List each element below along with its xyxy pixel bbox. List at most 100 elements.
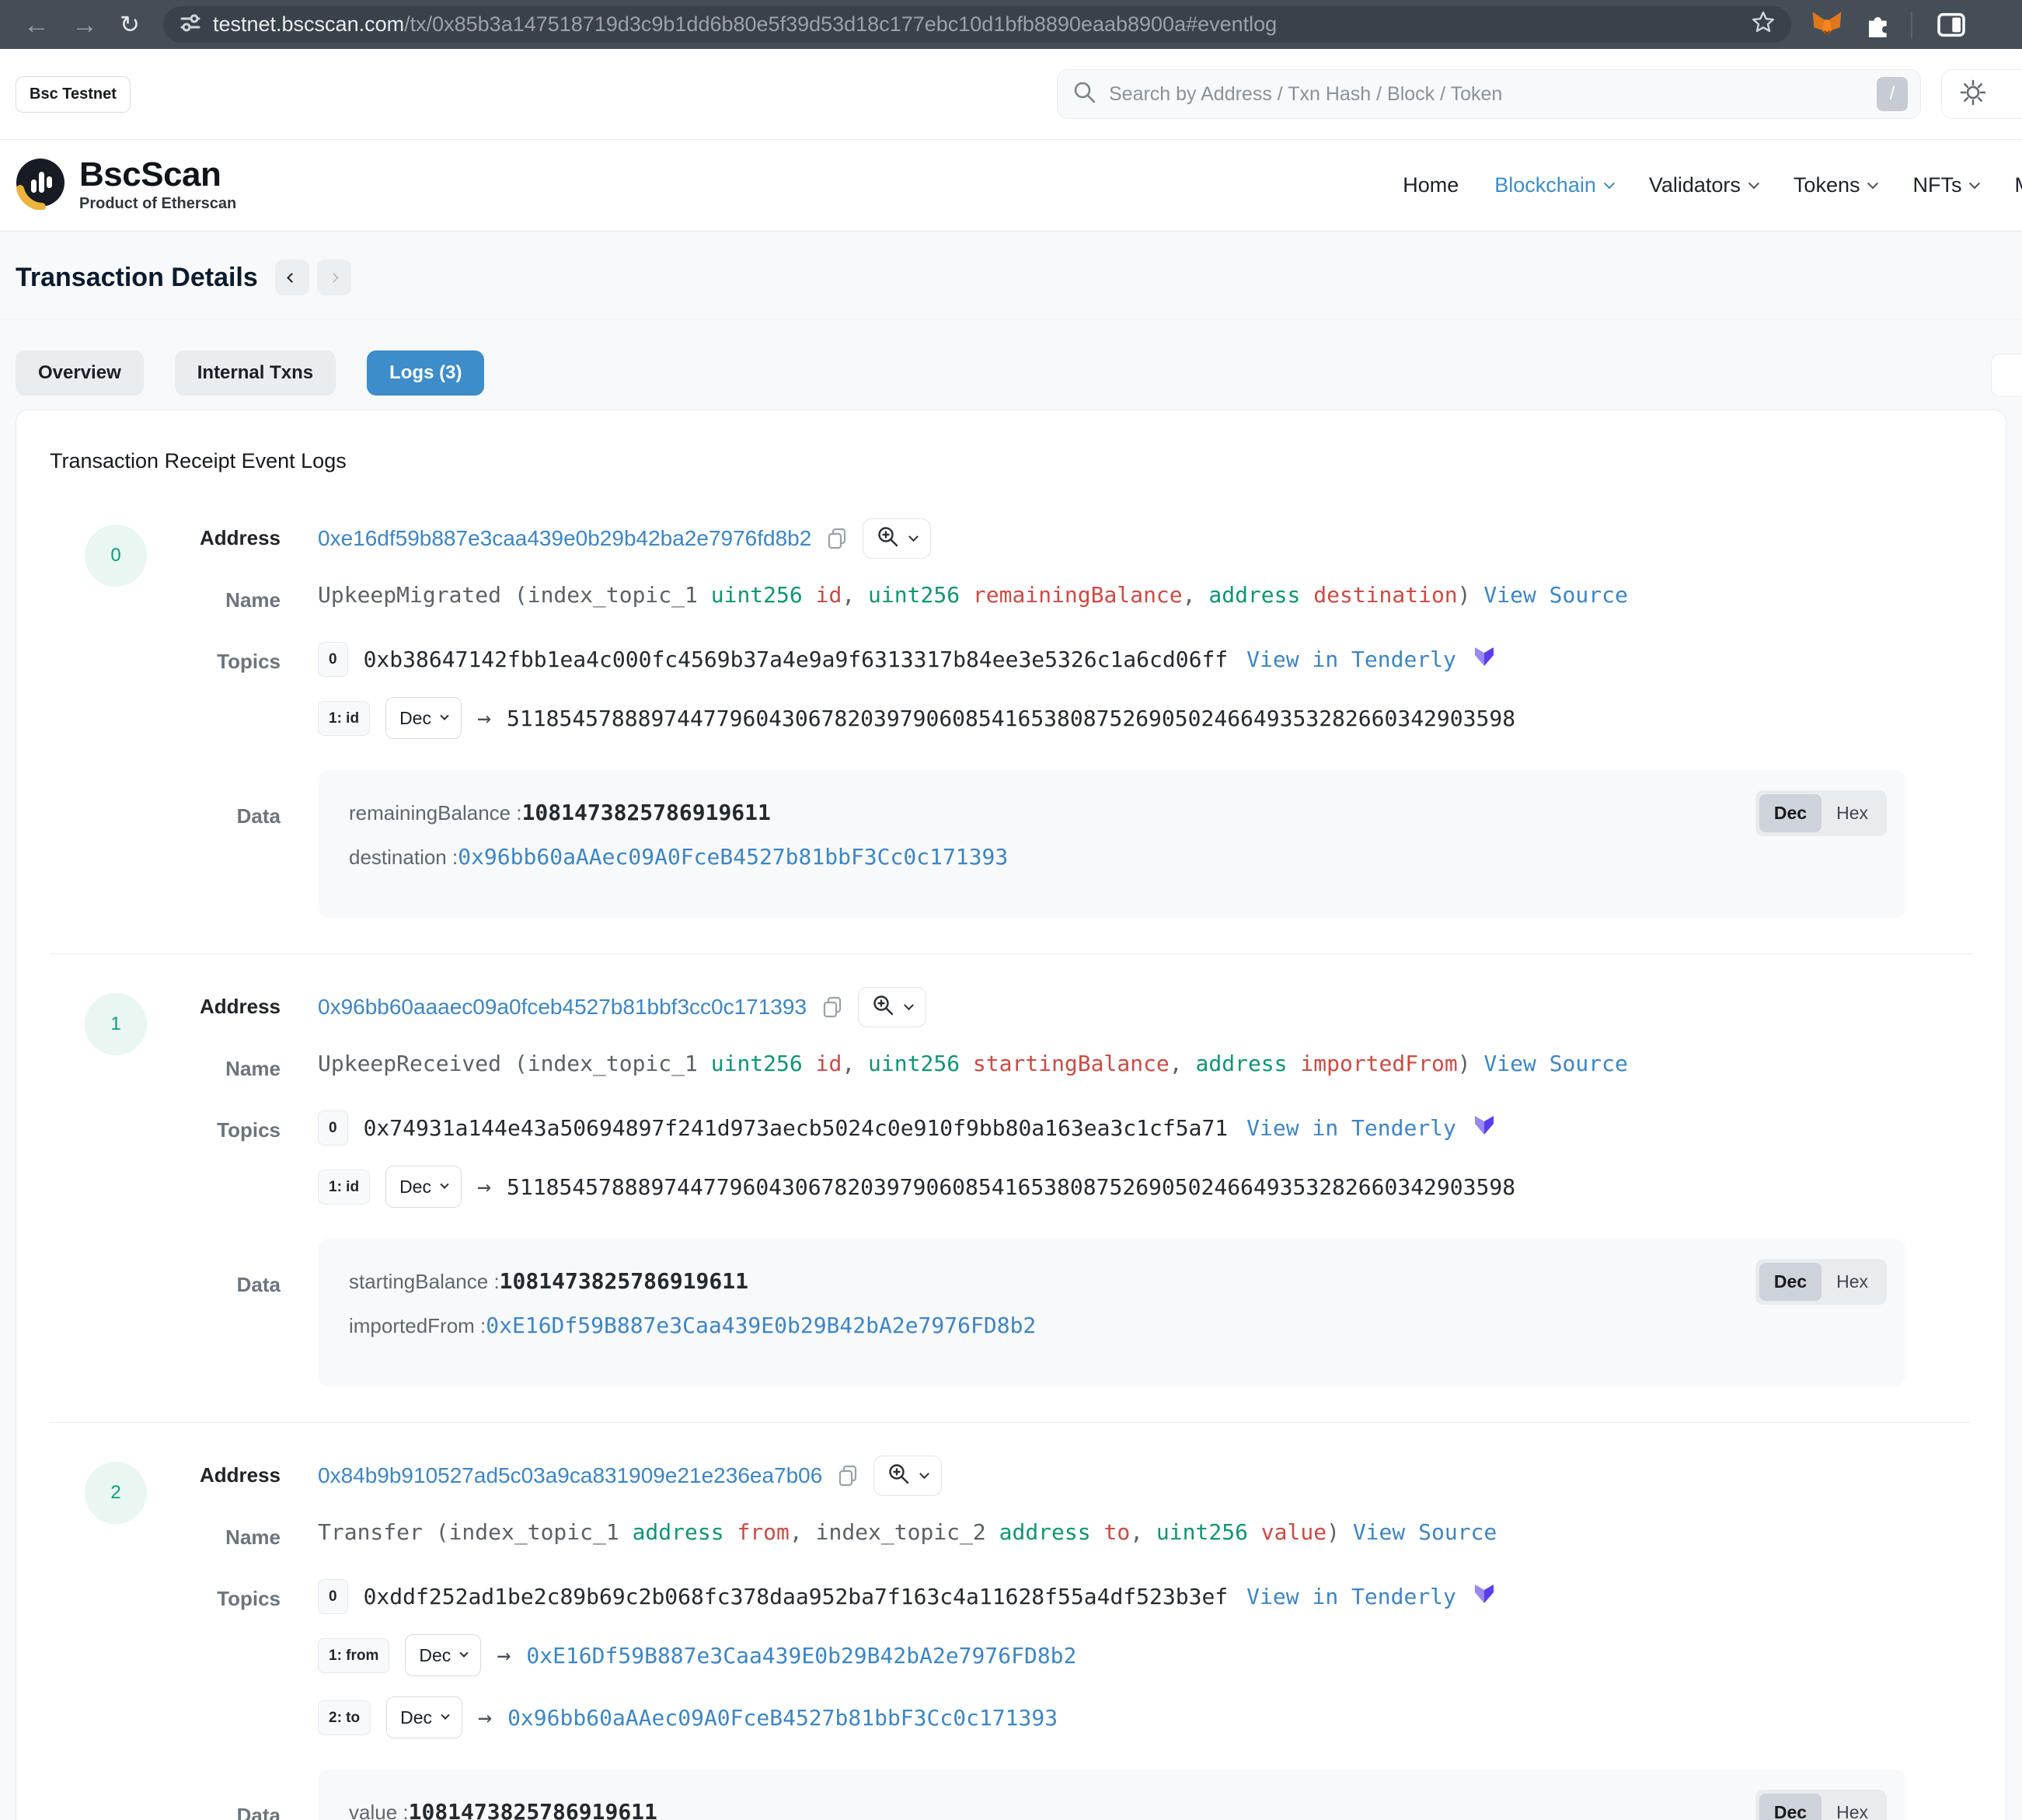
tab-internal-txns[interactable]: Internal Txns bbox=[175, 350, 336, 396]
data-param-name: value : bbox=[349, 1801, 409, 1820]
main-nav: Home Blockchain Validators Tokens NFTs M… bbox=[1403, 173, 2022, 197]
hex-toggle[interactable]: Hex bbox=[1822, 1263, 1883, 1301]
event-logs-card: Transaction Receipt Event Logs 0Address0… bbox=[16, 410, 2006, 1820]
topics-label: Topics bbox=[50, 1579, 281, 1611]
dec-toggle[interactable]: Dec bbox=[1759, 794, 1822, 832]
copy-icon[interactable] bbox=[836, 1463, 859, 1488]
dec-hex-toggle: DecHex bbox=[1755, 1259, 1887, 1305]
log-address-link[interactable]: 0xe16df59b887e3caa439e0b29b42ba2e7976fd8… bbox=[318, 526, 811, 551]
topic-value-link[interactable]: 0x96bb60aAAec09A0FceB4527b81bbF3Cc0c1713… bbox=[507, 1705, 1058, 1731]
topic-index-badge: 0 bbox=[318, 642, 348, 677]
extensions-icon[interactable] bbox=[1863, 9, 1894, 40]
data-address-link[interactable]: 0x96bb60aAAec09A0FceB4527b81bbF3Cc0c1713… bbox=[458, 844, 1008, 870]
tenderly-icon bbox=[1472, 1113, 1497, 1143]
topic-dec-dropdown[interactable]: Dec bbox=[405, 1634, 481, 1676]
topic-value: 0xb38647142fbb1ea4c000fc4569b37a4e9a9f63… bbox=[364, 647, 1229, 672]
topic-index-badge: 2: to bbox=[318, 1700, 371, 1735]
side-panel-icon[interactable] bbox=[1936, 10, 1967, 40]
view-source-link[interactable]: View Source bbox=[1353, 1519, 1497, 1545]
hex-toggle[interactable]: Hex bbox=[1822, 794, 1883, 832]
view-in-tenderly-link[interactable]: View in Tenderly bbox=[1246, 647, 1456, 672]
topic-row: 00xddf252ad1be2c89b69c2b068fc378daa952ba… bbox=[318, 1579, 1972, 1614]
topic-dec-dropdown[interactable]: Dec bbox=[385, 1166, 462, 1208]
chevron-down-icon bbox=[1969, 178, 1980, 189]
topic-dec-dropdown[interactable]: Dec bbox=[385, 697, 462, 739]
topic-value: 5118545788897447796043067820397906085416… bbox=[507, 1174, 1515, 1200]
browser-reload-icon[interactable]: ↻ bbox=[109, 12, 151, 37]
data-line: destination : 0x96bb60aAAec09A0FceB4527b… bbox=[349, 844, 1874, 870]
name-label: Name bbox=[50, 1518, 281, 1550]
topic-index-badge: 1: id bbox=[318, 1170, 370, 1205]
nav-nfts[interactable]: NFTs bbox=[1912, 173, 1978, 197]
log-name-row: NameUpkeepMigrated (index_topic_1 uint25… bbox=[50, 581, 1972, 612]
chevron-down-icon bbox=[1604, 178, 1615, 189]
view-source-link[interactable]: View Source bbox=[1483, 1051, 1627, 1076]
topic-index-badge: 1: from bbox=[318, 1638, 389, 1673]
tab-logs[interactable]: Logs (3) bbox=[367, 350, 484, 396]
tab-overview[interactable]: Overview bbox=[16, 350, 144, 396]
bscscan-logo[interactable] bbox=[14, 157, 67, 214]
log-address-link[interactable]: 0x96bb60aaaec09a0fceb4527b81bbf3cc0c1713… bbox=[318, 995, 807, 1020]
view-source-link[interactable]: View Source bbox=[1483, 582, 1627, 608]
page-head: Transaction Details bbox=[0, 232, 2022, 319]
data-line: remainingBalance : 1081473825786919611 bbox=[349, 800, 1874, 825]
browser-forward-icon[interactable]: → bbox=[61, 12, 109, 38]
metamask-icon[interactable] bbox=[1811, 10, 1842, 40]
network-badge[interactable]: Bsc Testnet bbox=[16, 76, 131, 113]
zoom-address-button[interactable] bbox=[873, 1456, 942, 1496]
cut-off-button[interactable] bbox=[1991, 354, 2022, 397]
view-in-tenderly-link[interactable]: View in Tenderly bbox=[1246, 1584, 1456, 1609]
chevron-left-icon bbox=[287, 273, 297, 283]
hex-toggle[interactable]: Hex bbox=[1822, 1794, 1883, 1820]
address-bar[interactable]: testnet.bscscan.com/tx/0x85b3a147518719d… bbox=[163, 6, 1791, 43]
dec-hex-toggle: DecHex bbox=[1755, 790, 1887, 836]
topic-dec-dropdown[interactable]: Dec bbox=[386, 1696, 462, 1738]
dec-toggle[interactable]: Dec bbox=[1759, 1263, 1822, 1301]
copy-icon[interactable] bbox=[825, 526, 849, 551]
nav-more[interactable]: More bbox=[2014, 173, 2022, 197]
log-address-link[interactable]: 0x84b9b910527ad5c03a9ca831909e21e236ea7b… bbox=[318, 1463, 822, 1488]
site-settings-icon[interactable] bbox=[177, 9, 204, 40]
topic-row: 00x74931a144e43a50694897f241d973aecb5024… bbox=[318, 1110, 1972, 1145]
topic-row: 1: idDec→5118545788897447796043067820397… bbox=[318, 1166, 1972, 1208]
previous-txn-button[interactable] bbox=[275, 260, 309, 295]
nav-blockchain[interactable]: Blockchain bbox=[1494, 173, 1613, 197]
data-box: startingBalance : 1081473825786919611imp… bbox=[318, 1239, 1905, 1386]
event-log-entry: 0 Address 0xe16df59b887e3caa439e0b29b42ba2… bbox=[50, 486, 1972, 954]
topic-value-link[interactable]: 0xE16Df59B887e3Caa439E0b29B42bA2e7976FD8… bbox=[526, 1643, 1076, 1668]
chevron-down-icon bbox=[904, 1000, 914, 1010]
dec-toggle[interactable]: Dec bbox=[1759, 1794, 1822, 1820]
nav-home[interactable]: Home bbox=[1403, 173, 1459, 197]
view-in-tenderly-link[interactable]: View in Tenderly bbox=[1246, 1115, 1456, 1141]
next-txn-button[interactable] bbox=[317, 260, 351, 295]
data-address-link[interactable]: 0xE16Df59B887e3Caa439E0b29B42bA2e7976FD8… bbox=[486, 1313, 1036, 1338]
log-data-row: DatastartingBalance : 108147382578691961… bbox=[50, 1239, 1972, 1386]
magnifier-plus-icon bbox=[887, 1463, 911, 1490]
log-topics-row: Topics00xb38647142fbb1ea4c000fc4569b37a4… bbox=[50, 642, 1972, 739]
nav-validators[interactable]: Validators bbox=[1649, 173, 1758, 197]
dec-hex-toggle: DecHex bbox=[1755, 1790, 1887, 1820]
copy-icon[interactable] bbox=[821, 995, 844, 1020]
data-param-name: remainingBalance : bbox=[349, 801, 522, 825]
event-signature: Transfer (index_topic_1 address from, in… bbox=[318, 1518, 1972, 1547]
log-index-badge: 1 bbox=[85, 993, 147, 1055]
zoom-address-button[interactable] bbox=[863, 518, 931, 559]
topics-label: Topics bbox=[50, 1110, 281, 1142]
browser-back-icon[interactable]: ← bbox=[12, 12, 61, 38]
zoom-address-button[interactable] bbox=[858, 987, 926, 1027]
theme-toggle-button[interactable] bbox=[1941, 69, 2022, 119]
screen: ← → ↻ testnet.bscscan.com/tx/0x85b3a1475… bbox=[0, 0, 2022, 1820]
topic-row: 2: toDec→0x96bb60aAAec09A0FceB4527b81bbF… bbox=[318, 1696, 1972, 1738]
site-header: BscScan Product of Etherscan Home Blockc… bbox=[0, 140, 2022, 232]
topic-value: 0x74931a144e43a50694897f241d973aecb5024c… bbox=[364, 1115, 1229, 1141]
address-label: Address bbox=[50, 1456, 281, 1487]
bookmark-star-icon[interactable] bbox=[1749, 9, 1777, 40]
search-input[interactable]: Search by Address / Txn Hash / Block / T… bbox=[1057, 69, 1921, 119]
data-value: 1081473825786919611 bbox=[500, 1268, 748, 1294]
url-text[interactable]: testnet.bscscan.com/tx/0x85b3a147518719d… bbox=[213, 12, 1738, 37]
nav-tokens[interactable]: Tokens bbox=[1794, 173, 1877, 197]
chevron-down-icon bbox=[440, 1180, 448, 1189]
topic-index-badge: 1: id bbox=[318, 701, 370, 736]
browser-toolbar: ← → ↻ testnet.bscscan.com/tx/0x85b3a1475… bbox=[0, 0, 2022, 49]
address-label: Address bbox=[50, 518, 281, 550]
